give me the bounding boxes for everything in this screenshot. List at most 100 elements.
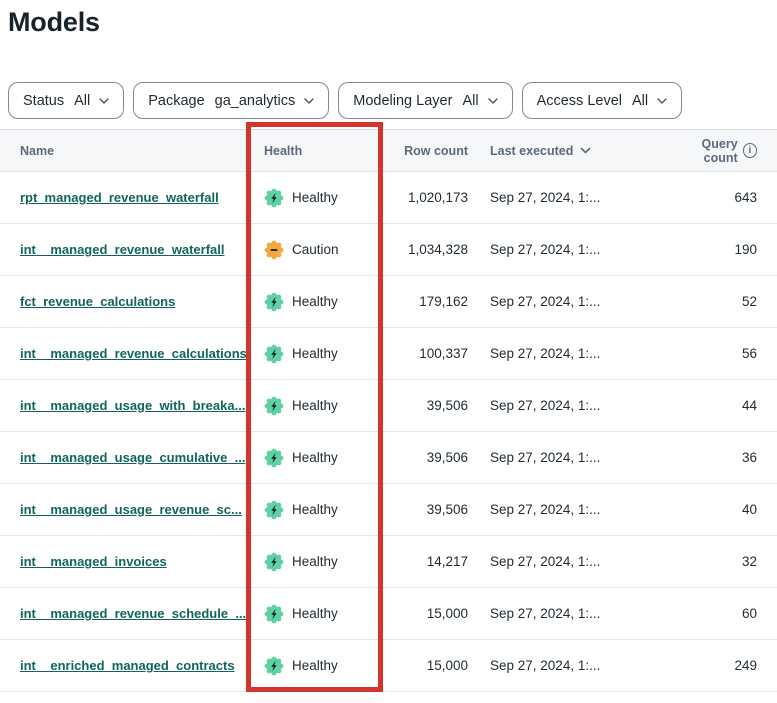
- last-executed-cell: Sep 27, 2024, 1:...: [468, 346, 668, 361]
- health-cell: Healthy: [246, 448, 382, 468]
- column-header-query-count-label: Query count: [668, 137, 738, 165]
- health-cell: Healthy: [246, 656, 382, 676]
- table-row: int__enriched_managed_contracts Hea: [0, 640, 777, 692]
- model-link[interactable]: int__managed_revenue_waterfall: [20, 242, 224, 257]
- row-count-cell: 15,000: [382, 658, 468, 673]
- last-executed-cell: Sep 27, 2024, 1:...: [468, 398, 668, 413]
- model-name-cell: int__managed_revenue_calculations: [0, 346, 246, 361]
- row-count-cell: 100,337: [382, 346, 468, 361]
- filter-value: All: [74, 93, 90, 109]
- filter-button-modeling-layer[interactable]: Modeling Layer All: [338, 82, 512, 119]
- health-badge-icon: [264, 552, 284, 572]
- filter-button-package[interactable]: Package ga_analytics: [133, 82, 329, 119]
- column-header-health: Health: [246, 144, 382, 158]
- health-badge-icon: [264, 604, 284, 624]
- query-count-cell: 56: [668, 346, 777, 361]
- model-link[interactable]: int__managed_usage_cumulative_...: [20, 450, 245, 465]
- filter-label: Package: [148, 93, 204, 109]
- model-name-cell: fct_revenue_calculations: [0, 294, 246, 309]
- health-label: Healthy: [292, 294, 338, 309]
- table-row: int__managed_revenue_waterfall Caut: [0, 224, 777, 276]
- query-count-cell: 44: [668, 398, 777, 413]
- column-header-row-count: Row count: [382, 144, 468, 158]
- model-link[interactable]: fct_revenue_calculations: [20, 294, 175, 309]
- model-name-cell: int__managed_usage_revenue_sc...: [0, 502, 246, 517]
- chevron-down-icon: [657, 98, 667, 104]
- model-link[interactable]: int__managed_revenue_schedule_...: [20, 606, 246, 621]
- column-header-last-executed[interactable]: Last executed: [468, 144, 668, 158]
- model-link[interactable]: int__enriched_managed_contracts: [20, 658, 235, 673]
- health-cell: Healthy: [246, 396, 382, 416]
- filter-value: ga_analytics: [215, 93, 296, 109]
- filter-button-status[interactable]: Status All: [8, 82, 124, 119]
- query-count-cell: 643: [668, 190, 777, 205]
- last-executed-cell: Sep 27, 2024, 1:...: [468, 606, 668, 621]
- health-cell: Healthy: [246, 292, 382, 312]
- query-count-cell: 32: [668, 554, 777, 569]
- health-label: Healthy: [292, 606, 338, 621]
- filter-label: Access Level: [537, 93, 622, 109]
- table-row: int__managed_revenue_schedule_... H: [0, 588, 777, 640]
- health-label: Healthy: [292, 554, 338, 569]
- page-title: Models: [8, 7, 100, 38]
- last-executed-cell: Sep 27, 2024, 1:...: [468, 502, 668, 517]
- model-name-cell: rpt_managed_revenue_waterfall: [0, 190, 246, 205]
- models-table: Name Health Row count Last executed Quer…: [0, 129, 777, 692]
- health-cell: Healthy: [246, 344, 382, 364]
- last-executed-cell: Sep 27, 2024, 1:...: [468, 294, 668, 309]
- query-count-cell: 52: [668, 294, 777, 309]
- table-row: int__managed_revenue_calculations H: [0, 328, 777, 380]
- health-label: Healthy: [292, 450, 338, 465]
- chevron-down-icon: [488, 98, 498, 104]
- health-badge-icon: [264, 344, 284, 364]
- health-label: Healthy: [292, 190, 338, 205]
- model-name-cell: int__managed_invoices: [0, 554, 246, 569]
- last-executed-cell: Sep 27, 2024, 1:...: [468, 242, 668, 257]
- model-link[interactable]: int__managed_usage_revenue_sc...: [20, 502, 242, 517]
- model-name-cell: int__managed_revenue_schedule_...: [0, 606, 246, 621]
- model-link[interactable]: int__managed_revenue_calculations: [20, 346, 246, 361]
- column-header-name: Name: [0, 144, 246, 158]
- model-name-cell: int__managed_usage_with_breaka...: [0, 398, 246, 413]
- query-count-cell: 60: [668, 606, 777, 621]
- health-label: Healthy: [292, 398, 338, 413]
- filter-label: Modeling Layer: [353, 93, 452, 109]
- health-badge-icon: [264, 240, 284, 260]
- health-cell: Healthy: [246, 500, 382, 520]
- row-count-cell: 39,506: [382, 450, 468, 465]
- model-name-cell: int__enriched_managed_contracts: [0, 658, 246, 673]
- health-label: Healthy: [292, 346, 338, 361]
- model-name-cell: int__managed_usage_cumulative_...: [0, 450, 246, 465]
- column-header-last-executed-label: Last executed: [490, 144, 573, 158]
- query-count-cell: 36: [668, 450, 777, 465]
- model-link[interactable]: rpt_managed_revenue_waterfall: [20, 190, 219, 205]
- table-body: rpt_managed_revenue_waterfall Healt: [0, 172, 777, 692]
- last-executed-cell: Sep 27, 2024, 1:...: [468, 554, 668, 569]
- model-name-cell: int__managed_revenue_waterfall: [0, 242, 246, 257]
- last-executed-cell: Sep 27, 2024, 1:...: [468, 658, 668, 673]
- health-label: Caution: [292, 242, 339, 257]
- health-badge-icon: [264, 188, 284, 208]
- health-cell: Caution: [246, 240, 382, 260]
- chevron-down-icon: [99, 98, 109, 104]
- row-count-cell: 1,034,328: [382, 242, 468, 257]
- health-badge-icon: [264, 396, 284, 416]
- health-badge-icon: [264, 656, 284, 676]
- model-link[interactable]: int__managed_invoices: [20, 554, 167, 569]
- health-cell: Healthy: [246, 552, 382, 572]
- health-cell: Healthy: [246, 188, 382, 208]
- model-link[interactable]: int__managed_usage_with_breaka...: [20, 398, 245, 413]
- info-icon[interactable]: i: [743, 143, 757, 158]
- row-count-cell: 14,217: [382, 554, 468, 569]
- table-row: int__managed_invoices Healthy: [0, 536, 777, 588]
- table-row: rpt_managed_revenue_waterfall Healt: [0, 172, 777, 224]
- row-count-cell: 15,000: [382, 606, 468, 621]
- health-cell: Healthy: [246, 604, 382, 624]
- table-row: fct_revenue_calculations Healthy: [0, 276, 777, 328]
- chevron-down-icon: [304, 98, 314, 104]
- column-header-query-count: Query count i: [668, 137, 777, 165]
- table-row: int__managed_usage_with_breaka... H: [0, 380, 777, 432]
- table-row: int__managed_usage_revenue_sc... He: [0, 484, 777, 536]
- filter-button-access-level[interactable]: Access Level All: [522, 82, 683, 119]
- filter-value: All: [462, 93, 478, 109]
